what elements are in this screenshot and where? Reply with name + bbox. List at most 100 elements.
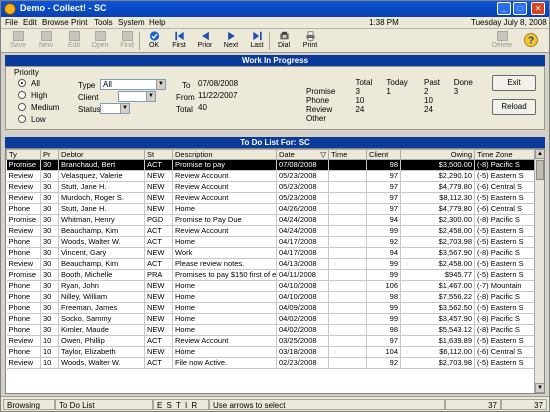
from-date-field[interactable]: 11/22/2007 xyxy=(196,91,256,102)
cell-status: ACT xyxy=(144,357,173,369)
cell-debtor: Beauchamp, Kim xyxy=(58,225,145,237)
cell-priority: 30 xyxy=(40,269,59,281)
column-debtor[interactable]: Debtor xyxy=(58,149,145,160)
menu-tools[interactable]: Tools xyxy=(94,18,113,27)
table-row[interactable]: Phone 30 Kimler, Maude NEW Home 04/02/2008 98 $… xyxy=(6,324,535,336)
edit-button[interactable]: Edit xyxy=(61,30,87,52)
to-do-list-grid[interactable]: Ty Pr Debtor St Description Date ▽ Time … xyxy=(5,148,545,394)
cell-client: 97 xyxy=(366,203,401,215)
table-row[interactable]: Phone 30 Socko, Sammy NEW Home 04/02/2008 99 $3… xyxy=(6,313,535,325)
save-button[interactable]: Save xyxy=(5,30,31,52)
cell-description: Promises to pay $150 first of eac xyxy=(172,269,277,281)
column-client[interactable]: Client xyxy=(366,149,401,160)
table-row[interactable]: Review 10 Woods, Walter W. ACT File now Acti… xyxy=(6,357,535,369)
print-button[interactable]: Print xyxy=(297,30,323,52)
cell-status: NEW xyxy=(144,280,173,292)
next-button[interactable]: Next xyxy=(218,30,244,52)
cell-date: 05/23/2008 xyxy=(276,181,329,193)
cell-priority: 30 xyxy=(40,280,59,292)
priority-high-radio[interactable] xyxy=(18,91,26,99)
exit-button[interactable]: Exit xyxy=(492,75,536,91)
cell-status: ACT xyxy=(144,335,173,347)
last-button[interactable]: Last xyxy=(244,30,270,52)
column-time-zone[interactable]: Time Zone xyxy=(474,149,535,160)
cell-priority: 30 xyxy=(40,192,59,204)
cell-description: Home xyxy=(172,324,277,336)
menu-browse[interactable]: Browse xyxy=(42,18,69,27)
new-button[interactable]: New xyxy=(33,30,59,52)
scroll-thumb[interactable] xyxy=(536,160,544,180)
cell-description: Review Account xyxy=(172,192,277,204)
scroll-up-icon[interactable]: ▲ xyxy=(535,149,544,159)
maximize-button[interactable]: □ xyxy=(513,2,527,15)
cell-type: Phone xyxy=(6,291,41,303)
table-row[interactable]: Review 30 Beauchamp, Kim ACT Review Account 0… xyxy=(6,225,535,237)
ok-check-icon xyxy=(149,31,159,41)
open-button[interactable]: Open xyxy=(87,30,113,52)
table-row[interactable]: Review 10 Owen, Phillip ACT Review Account 03… xyxy=(6,335,535,347)
priority-low-radio[interactable] xyxy=(18,115,26,123)
table-row[interactable]: Review 30 Murdoch, Roger S. NEW Review Accou… xyxy=(6,192,535,204)
table-row[interactable]: Phone 30 Freeman, James NEW Home 04/09/2008 99… xyxy=(6,302,535,314)
table-row[interactable]: Phone 30 Nilley, William NEW Home 04/10/2008 9… xyxy=(6,291,535,303)
column-status[interactable]: St xyxy=(144,149,173,160)
vertical-scrollbar[interactable]: ▲ ▼ xyxy=(534,149,544,393)
collect-app-icon xyxy=(4,3,16,15)
column-time[interactable]: Time xyxy=(328,149,367,160)
table-row[interactable]: Phone 30 Ryan, John NEW Home 04/10/2008 106 $1,… xyxy=(6,280,535,292)
delete-button[interactable]: Delete xyxy=(489,30,515,52)
table-row[interactable]: Review 30 Velasquez, Valerie NEW Review Acco… xyxy=(6,170,535,182)
help-button[interactable]: ? xyxy=(519,30,543,52)
table-row[interactable]: Phone 30 Vincent, Gary NEW Work 04/17/2008 94 $… xyxy=(6,247,535,259)
table-row[interactable]: Promise 30 Branchaud, Bert ACT Promise to pa… xyxy=(6,159,535,171)
type-select[interactable]: All ▼ xyxy=(100,79,166,90)
first-button[interactable]: First xyxy=(166,30,192,52)
status-select[interactable]: ▼ xyxy=(100,103,130,114)
column-type[interactable]: Ty xyxy=(6,149,41,160)
cell-date: 03/25/2008 xyxy=(276,335,329,347)
priority-medium-radio[interactable] xyxy=(18,103,26,111)
column-description[interactable]: Description xyxy=(172,149,277,160)
menu-help[interactable]: Help xyxy=(149,18,165,27)
table-row[interactable]: Promise 30 Whitman, Henry PGD Promise to Pay… xyxy=(6,214,535,226)
table-row[interactable]: Phone 30 Woods, Walter W. ACT Home 04/17/2008… xyxy=(6,236,535,248)
first-record-icon xyxy=(174,31,184,41)
client-select[interactable]: ▼ xyxy=(118,91,156,102)
cell-description: Home xyxy=(172,313,277,325)
cell-status: ACT xyxy=(144,159,173,171)
menu-system[interactable]: System xyxy=(118,18,145,27)
cell-description: Review Account xyxy=(172,181,277,193)
menu-edit[interactable]: Edit xyxy=(23,18,37,27)
cell-owing: $2,458.00 xyxy=(400,225,475,237)
column-date[interactable]: Date ▽ xyxy=(276,149,329,160)
minimize-button[interactable]: _ xyxy=(497,2,511,15)
table-row[interactable]: Promise 30 Booth, Michelle PRA Promises to p… xyxy=(6,269,535,281)
cell-description: Home xyxy=(172,203,277,215)
table-row[interactable]: Review 30 Stutt, Jane H. NEW Review Account 0… xyxy=(6,181,535,193)
menu-file[interactable]: File xyxy=(5,18,18,27)
priority-all-radio[interactable] xyxy=(18,79,26,87)
dial-button[interactable]: Dial xyxy=(271,30,297,52)
cell-priority: 30 xyxy=(40,313,59,325)
cell-status: NEW xyxy=(144,346,173,358)
cell-debtor: Taylor, Elizabeth xyxy=(58,346,145,358)
work-in-progress-header: Work In Progress xyxy=(5,55,545,66)
cell-time xyxy=(328,214,367,226)
menu-print[interactable]: Print xyxy=(71,18,87,27)
column-owing[interactable]: Owing xyxy=(400,149,475,160)
reload-button[interactable]: Reload xyxy=(492,99,536,115)
scroll-down-icon[interactable]: ▼ xyxy=(535,383,544,393)
find-button[interactable]: Find xyxy=(114,30,140,52)
to-date-field[interactable]: 07/08/2008 xyxy=(196,79,256,90)
cell-status: ACT xyxy=(144,236,173,248)
cell-time-zone: (-5) Eastern S xyxy=(474,335,535,347)
table-row[interactable]: Phone 10 Taylor, Elizabeth NEW Home 03/18/200… xyxy=(6,346,535,358)
column-priority[interactable]: Pr xyxy=(40,149,59,160)
cell-time-zone: (-5) Eastern S xyxy=(474,225,535,237)
ok-button[interactable]: OK xyxy=(141,30,167,52)
cell-status: NEW xyxy=(144,247,173,259)
close-button[interactable]: ✕ xyxy=(531,2,545,15)
table-row[interactable]: Phone 30 Stutt, Jane H. NEW Home 04/26/2008 97… xyxy=(6,203,535,215)
table-row[interactable]: Review 30 Beauchamp, Kim ACT Please review n… xyxy=(6,258,535,270)
prior-button[interactable]: Prior xyxy=(192,30,218,52)
